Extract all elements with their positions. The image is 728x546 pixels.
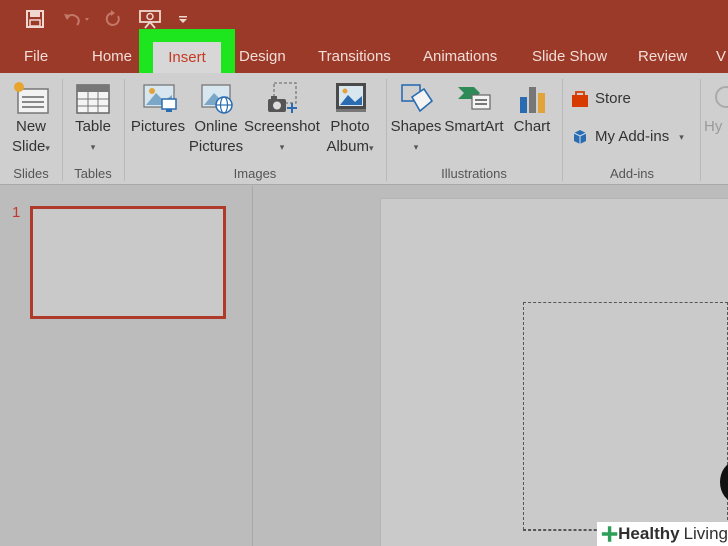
watermark-brand-2: Living — [683, 524, 728, 543]
tab-animations[interactable]: Animations — [423, 48, 497, 65]
photo-album-label-2: Album — [326, 138, 369, 155]
group-images-label: Images — [233, 166, 277, 181]
new-slide-button[interactable]: New Slide▾ — [6, 79, 56, 158]
online-pictures-icon — [201, 84, 233, 114]
online-pictures-button[interactable]: Online Pictures — [188, 79, 244, 157]
table-label: Table — [75, 118, 111, 135]
new-slide-label-1: New — [15, 118, 46, 135]
pictures-label: Pictures — [130, 118, 186, 135]
chevron-down-icon: ▾ — [90, 142, 96, 152]
presenter-icon[interactable] — [138, 8, 162, 30]
chevron-down-icon: ▾ — [45, 143, 50, 153]
group-addins-label: Add-ins — [609, 166, 655, 181]
tab-design[interactable]: Design — [239, 48, 286, 65]
smartart-label: SmartArt — [444, 118, 504, 135]
online-pictures-label-2: Pictures — [188, 138, 244, 155]
title-placeholder[interactable] — [523, 302, 728, 530]
tab-review[interactable]: Review — [638, 48, 687, 65]
pictures-button[interactable]: Pictures — [128, 79, 188, 137]
healthy-living-logo-icon — [601, 526, 618, 542]
group-separator — [124, 79, 125, 181]
slide-number: 1 — [12, 204, 21, 221]
title-bar — [0, 0, 728, 38]
hyperlink-label: Hy — [704, 118, 723, 135]
group-separator — [386, 79, 387, 181]
table-icon — [76, 84, 110, 114]
tab-insert[interactable]: Insert — [153, 42, 221, 73]
group-tables-label: Tables — [74, 166, 112, 181]
shapes-button[interactable]: Shapes ▾ — [390, 79, 442, 157]
shapes-label: Shapes — [390, 118, 442, 135]
screenshot-button[interactable]: Screenshot ▾ — [244, 79, 320, 157]
watermark: Healthy Living — [597, 522, 728, 546]
chevron-down-icon: ▾ — [679, 132, 684, 142]
ribbon-tabs: File Home Design Transitions Animations … — [0, 38, 728, 73]
my-addins-button[interactable]: My Add-ins ▾ — [570, 127, 696, 147]
chart-icon — [520, 87, 545, 113]
ribbon: New Slide▾ Slides Table ▾ Tables Picture… — [0, 73, 728, 185]
smartart-icon — [458, 87, 491, 110]
new-slide-icon — [14, 82, 49, 114]
chart-label: Chart — [513, 118, 551, 135]
group-slides-label: Slides — [13, 166, 49, 181]
save-icon[interactable] — [24, 8, 46, 30]
group-separator — [700, 79, 701, 181]
group-illustrations-label: Illustrations — [441, 166, 507, 181]
chevron-down-icon: ▾ — [279, 142, 285, 152]
photo-album-label-1: Photo — [330, 118, 370, 135]
smartart-button[interactable]: SmartArt — [442, 79, 506, 137]
tab-file[interactable]: File — [24, 48, 48, 65]
chevron-down-icon: ▾ — [369, 143, 374, 153]
tab-view[interactable]: V — [716, 48, 726, 65]
my-addins-label: My Add-ins — [595, 128, 670, 145]
tab-home[interactable]: Home — [92, 48, 132, 65]
photo-album-icon — [336, 83, 366, 112]
chart-button[interactable]: Chart — [506, 79, 558, 137]
group-separator — [62, 79, 63, 181]
chevron-down-icon: ▾ — [413, 142, 419, 152]
new-slide-label-2: Slide — [12, 138, 46, 155]
store-icon — [572, 91, 588, 107]
pictures-icon — [143, 84, 177, 112]
undo-icon[interactable] — [60, 8, 94, 30]
addins-icon — [573, 130, 587, 144]
group-separator — [562, 79, 563, 181]
hyperlink-button[interactable]: Hy — [704, 79, 728, 137]
tab-transitions[interactable]: Transitions — [318, 48, 391, 65]
hyperlink-icon — [715, 86, 728, 108]
screenshot-icon — [268, 82, 297, 113]
customize-qat-icon[interactable] — [176, 8, 190, 30]
watermark-brand-1: Healthy — [618, 524, 680, 543]
photo-album-button[interactable]: Photo Album▾ — [320, 79, 380, 158]
redo-icon[interactable] — [102, 8, 124, 30]
slide-thumbnail[interactable] — [30, 206, 226, 319]
online-pictures-label-1: Online — [194, 118, 238, 135]
table-button[interactable]: Table ▾ — [66, 79, 120, 157]
shapes-icon — [401, 84, 434, 113]
screenshot-label: Screenshot — [244, 118, 320, 135]
store-button[interactable]: Store — [570, 89, 660, 109]
store-label: Store — [595, 90, 631, 107]
tab-slide-show[interactable]: Slide Show — [532, 48, 607, 65]
